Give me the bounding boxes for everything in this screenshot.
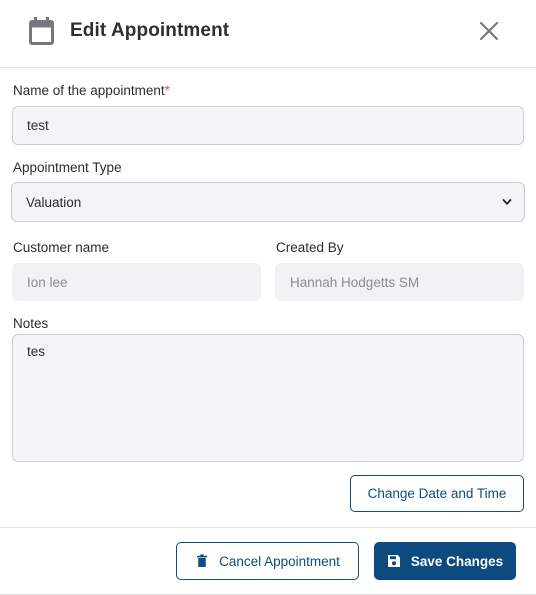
appointment-name-input[interactable]: test bbox=[12, 106, 524, 145]
appointment-type-label: Appointment Type bbox=[13, 160, 122, 175]
notes-textarea[interactable]: tes bbox=[12, 334, 524, 462]
close-icon[interactable] bbox=[478, 20, 500, 42]
change-date-time-button[interactable]: Change Date and Time bbox=[350, 475, 524, 512]
save-changes-button[interactable]: Save Changes bbox=[374, 542, 516, 580]
floppy-disk-icon bbox=[387, 555, 400, 567]
modal-header: Edit Appointment bbox=[0, 0, 536, 68]
chevron-down-icon bbox=[502, 199, 512, 205]
modal-title: Edit Appointment bbox=[70, 20, 230, 41]
appointment-type-value: Valuation bbox=[26, 194, 82, 210]
created-by-field: Hannah Hodgetts SM bbox=[275, 263, 524, 301]
notes-value: tes bbox=[27, 344, 46, 359]
appointment-name-value: test bbox=[27, 118, 49, 133]
edit-appointment-modal: Edit Appointment Name of the appointment… bbox=[0, 0, 536, 595]
footer-divider bbox=[0, 527, 536, 528]
notes-label: Notes bbox=[13, 316, 49, 331]
calendar-icon bbox=[29, 17, 54, 45]
change-date-time-label: Change Date and Time bbox=[367, 486, 507, 501]
created-by-label: Created By bbox=[276, 240, 344, 255]
customer-name-field: Ion lee bbox=[12, 263, 261, 301]
cancel-appointment-label: Cancel Appointment bbox=[219, 553, 340, 569]
required-mark: * bbox=[164, 83, 170, 98]
appointment-name-label-text: Name of the appointment bbox=[13, 83, 165, 98]
customer-name-value: Ion lee bbox=[27, 274, 68, 290]
cancel-appointment-button[interactable]: Cancel Appointment bbox=[176, 542, 359, 580]
appointment-type-select[interactable]: Valuation bbox=[11, 182, 525, 222]
appointment-name-label: Name of the appointment* bbox=[13, 83, 170, 98]
customer-name-label: Customer name bbox=[13, 240, 110, 255]
trash-icon bbox=[197, 554, 208, 567]
created-by-value: Hannah Hodgetts SM bbox=[290, 274, 420, 290]
save-changes-label: Save Changes bbox=[410, 553, 504, 569]
